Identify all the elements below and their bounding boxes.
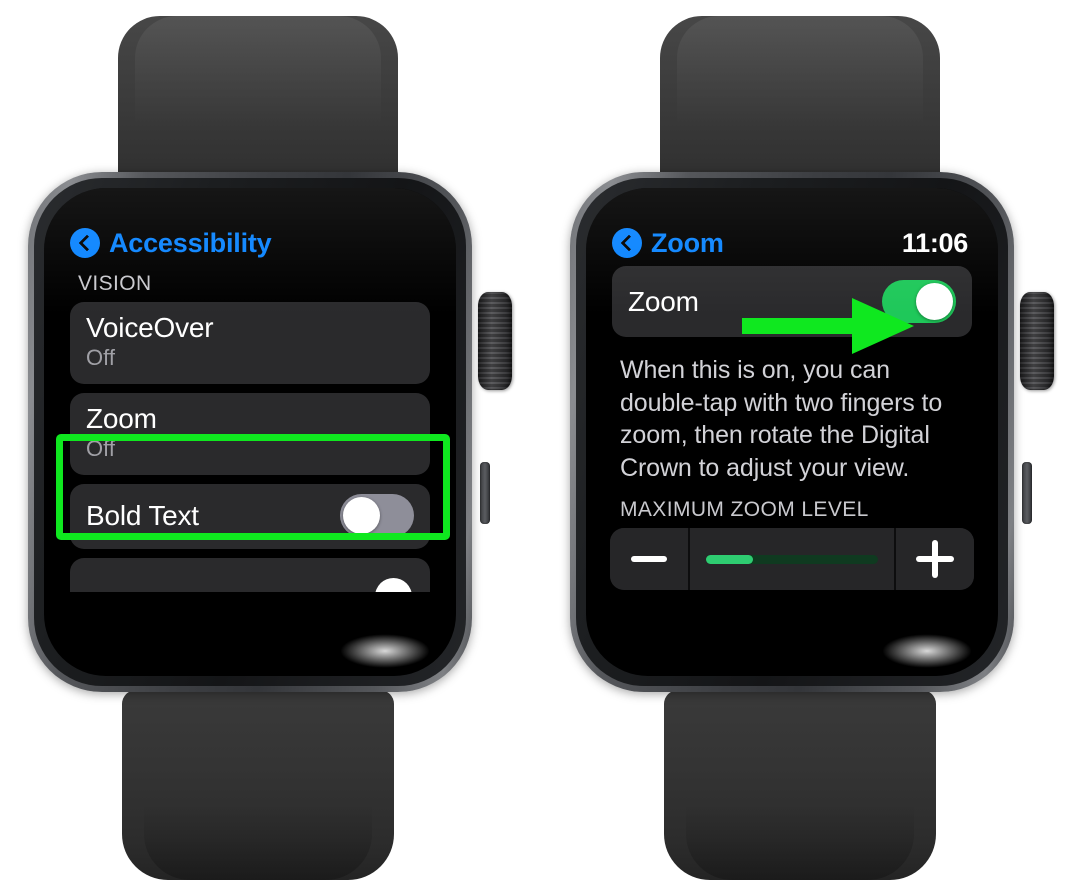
slider-track: [706, 554, 878, 564]
row-subtitle: Off: [86, 436, 115, 462]
list-item-bold-text[interactable]: Bold Text: [70, 483, 430, 549]
side-button-right[interactable]: [1022, 462, 1032, 524]
digital-crown-left[interactable]: [478, 292, 512, 390]
row-title: Zoom: [86, 402, 157, 434]
group-header-vision: VISION: [78, 272, 152, 295]
row-subtitle: Off: [86, 345, 115, 371]
list-item-next-partial[interactable]: [70, 557, 430, 592]
back-button[interactable]: [612, 228, 642, 258]
back-button[interactable]: [70, 228, 100, 258]
row-title: Bold Text: [86, 499, 199, 531]
list-item-zoom[interactable]: Zoom Off: [70, 392, 430, 475]
zoom-level-slider[interactable]: [690, 528, 894, 590]
toggle-knob: [916, 283, 953, 320]
digital-crown-right[interactable]: [1020, 292, 1054, 390]
row-texts: VoiceOver Off: [86, 312, 214, 372]
watch-glass-right: Zoom 11:06 Zoom When this is on, you can…: [586, 188, 998, 676]
toggle-knob: [375, 577, 412, 592]
right-screen: Zoom 11:06 Zoom When this is on, you can…: [602, 220, 982, 648]
side-button-left[interactable]: [480, 462, 490, 524]
status-time: 11:06: [901, 227, 968, 258]
slider-fill: [706, 554, 753, 564]
minus-icon: [631, 556, 667, 562]
chevron-left-icon: [78, 234, 95, 252]
row-title: Zoom: [628, 285, 699, 317]
watch-band-bottom-right: [664, 690, 936, 880]
page-title: Zoom: [651, 227, 724, 258]
screenshot-stage: Accessibility VISION VoiceOver Off Zoom …: [0, 0, 1084, 890]
toggle-knob: [343, 496, 380, 534]
zoom-description: When this is on, you can double-tap with…: [620, 356, 943, 482]
list-item-voiceover[interactable]: VoiceOver Off: [70, 302, 430, 384]
list-item-zoom-toggle[interactable]: Zoom: [612, 266, 972, 337]
row-texts: Zoom Off: [86, 403, 157, 463]
watch-band-bottom-left: [122, 690, 394, 880]
row-texts: Zoom: [628, 286, 699, 317]
increase-zoom-button[interactable]: [894, 528, 974, 590]
page-title: Accessibility: [109, 227, 272, 258]
chevron-left-icon: [620, 234, 637, 252]
zoom-level-stepper: [610, 528, 974, 590]
bold-text-toggle[interactable]: [340, 493, 414, 537]
row-title: VoiceOver: [86, 312, 214, 343]
watch-glass-left: Accessibility VISION VoiceOver Off Zoom …: [44, 188, 456, 676]
left-watch: Accessibility VISION VoiceOver Off Zoom …: [0, 0, 542, 890]
nav-bar-right: Zoom 11:06: [602, 220, 982, 266]
row-texts: Bold Text: [86, 500, 199, 531]
decrease-zoom-button[interactable]: [610, 528, 690, 590]
right-watch: Zoom 11:06 Zoom When this is on, you can…: [542, 0, 1084, 890]
plus-icon: [916, 540, 954, 578]
left-screen: Accessibility VISION VoiceOver Off Zoom …: [60, 220, 440, 648]
group-header-maximum-zoom-level: MAXIMUM ZOOM LEVEL: [620, 498, 869, 521]
zoom-toggle[interactable]: [882, 280, 956, 323]
nav-bar-left: Accessibility: [60, 220, 440, 266]
